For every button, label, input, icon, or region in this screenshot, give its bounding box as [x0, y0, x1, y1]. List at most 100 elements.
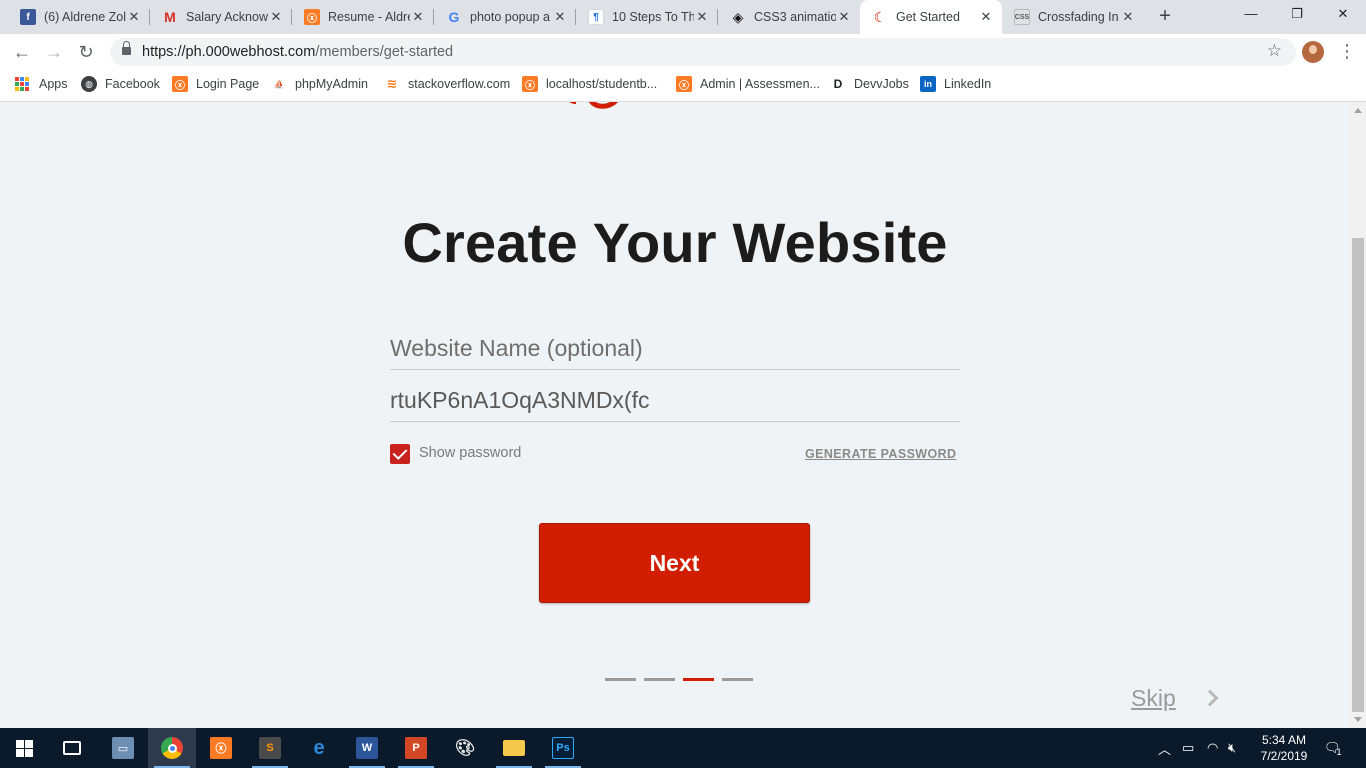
tab-title: Crossfading In — [1038, 10, 1119, 24]
close-window-button[interactable]: ✕ — [1320, 0, 1366, 30]
word-icon: W — [356, 737, 378, 759]
password-input[interactable] — [390, 382, 960, 418]
xampp-icon: ⓧ — [304, 9, 320, 25]
tab-facebook[interactable]: f (6) Aldrene Zol ✕ — [8, 0, 150, 34]
notifications-button[interactable]: 🗨︎ 1 — [1324, 728, 1342, 768]
password-field[interactable] — [390, 382, 960, 422]
taskbar-photoshop[interactable]: Ps — [539, 728, 587, 768]
skip-link[interactable]: Skip — [1131, 685, 1176, 712]
next-button[interactable]: Next — [539, 523, 810, 603]
bookmarks-bar: Apps ◍ Facebook ⓧ Login Page ⛵ phpMyAdmi… — [0, 70, 1366, 102]
start-button[interactable] — [0, 728, 48, 768]
bookmark-label: Login Page — [196, 77, 260, 91]
page-scrollbar[interactable] — [1350, 102, 1366, 728]
taskbar-sublime[interactable]: S — [246, 728, 294, 768]
url-text[interactable]: https://ph.000webhost.com/members/get-st… — [142, 44, 453, 60]
bookmark-linkedin[interactable]: in LinkedIn — [920, 70, 991, 98]
taskbar-paint[interactable]: 🎨︎ — [441, 728, 489, 768]
tab-strip: f (6) Aldrene Zol ✕ M Salary Acknowl ✕ ⓧ… — [0, 0, 1366, 34]
tab-title: Salary Acknowl — [186, 10, 268, 24]
tab-title: 10 Steps To Th — [612, 10, 694, 24]
show-hidden-icons-button[interactable]: ︿ — [1158, 728, 1171, 768]
scroll-up-icon[interactable] — [1354, 108, 1362, 113]
chrome-icon — [161, 737, 183, 759]
forward-button[interactable]: → — [41, 39, 67, 65]
tab-resume[interactable]: ⓧ Resume - Aldre ✕ — [292, 0, 434, 34]
devvjobs-icon: D — [833, 77, 843, 91]
scrollbar-thumb[interactable] — [1352, 238, 1364, 712]
tab-photo-popup[interactable]: G photo popup a ✕ — [434, 0, 576, 34]
tab-gmail[interactable]: M Salary Acknowl ✕ — [150, 0, 292, 34]
page-icon: ¶ — [588, 9, 604, 25]
close-icon[interactable]: ✕ — [1120, 9, 1136, 25]
volume-muted-icon[interactable]: 🔇︎ — [1228, 728, 1236, 768]
taskbar-chrome[interactable] — [148, 728, 196, 768]
bookmark-facebook[interactable]: ◍ Facebook — [81, 70, 160, 98]
bookmark-admin-assessment[interactable]: ⓧ Admin | Assessmen... — [676, 70, 820, 98]
powerpoint-icon: P — [405, 737, 427, 759]
show-password-checkbox[interactable] — [390, 444, 410, 464]
bookmark-login-page[interactable]: ⓧ Login Page — [172, 70, 259, 98]
back-button[interactable]: ← — [9, 39, 35, 65]
taskbar-laptop[interactable]: ▭ — [99, 728, 147, 768]
tab-crossfading[interactable]: CSS Crossfading In ✕ — [1002, 0, 1144, 34]
close-icon[interactable]: ✕ — [836, 9, 852, 25]
profile-avatar[interactable] — [1302, 41, 1324, 63]
close-icon[interactable]: ✕ — [268, 9, 284, 25]
close-icon[interactable]: ✕ — [552, 9, 568, 25]
laptop-icon: ▭ — [112, 737, 134, 759]
close-icon[interactable]: ✕ — [694, 9, 710, 25]
tab-title: photo popup a — [470, 10, 550, 24]
new-tab-button[interactable]: + — [1153, 5, 1177, 29]
xampp-icon: ⓧ — [210, 737, 232, 759]
minimize-button[interactable]: — — [1228, 0, 1274, 30]
bookmark-star-icon[interactable]: ☆ — [1267, 41, 1282, 61]
chevron-right-icon[interactable] — [1201, 689, 1219, 707]
tab-10-steps[interactable]: ¶ 10 Steps To Th ✕ — [576, 0, 718, 34]
taskbar-edge[interactable]: e — [295, 728, 343, 768]
taskbar-xampp[interactable]: ⓧ — [197, 728, 245, 768]
close-icon[interactable]: ✕ — [410, 9, 426, 25]
windows-start-icon — [15, 739, 33, 757]
taskbar-file-explorer[interactable] — [490, 728, 538, 768]
tab-title: (6) Aldrene Zol — [44, 10, 126, 24]
000webhost-icon: ☾ — [873, 8, 887, 25]
bookmark-localhost[interactable]: ⓧ localhost/studentb... — [522, 70, 657, 98]
tab-title: Get Started — [896, 10, 960, 24]
system-clock[interactable]: 5:34 AM 7/2/2019 — [1254, 732, 1314, 764]
close-icon[interactable]: ✕ — [126, 9, 142, 25]
clock-time: 5:34 AM — [1261, 733, 1307, 747]
tab-title: CSS3 animatio — [754, 10, 836, 24]
bookmark-devvjobs[interactable]: D DevvJobs — [830, 70, 909, 98]
scroll-down-icon[interactable] — [1354, 717, 1362, 722]
bookmark-label: Facebook — [105, 77, 160, 91]
menu-icon[interactable]: ⋮ — [1338, 40, 1356, 64]
url-host: https://ph.000webhost.com — [142, 44, 316, 60]
phpmyadmin-icon: ⛵ — [274, 79, 284, 89]
taskbar-word[interactable]: W — [343, 728, 391, 768]
edge-icon: e — [313, 736, 325, 759]
taskbar-powerpoint[interactable]: P — [392, 728, 440, 768]
task-view-button[interactable] — [48, 728, 96, 768]
website-name-input[interactable] — [390, 330, 960, 366]
wifi-icon[interactable]: ◠ — [1207, 728, 1218, 768]
000webhost-logo-icon — [569, 102, 618, 109]
website-name-field[interactable] — [390, 330, 960, 370]
address-bar[interactable]: https://ph.000webhost.com/members/get-st… — [110, 38, 1296, 66]
battery-icon[interactable]: ▭ — [1182, 728, 1194, 768]
tab-get-started[interactable]: ☾ Get Started ✕ — [860, 0, 1002, 34]
reload-button[interactable]: ↻ — [73, 39, 99, 65]
tab-css3-animation[interactable]: ◈ CSS3 animatio ✕ — [718, 0, 860, 34]
google-icon: G — [448, 9, 460, 25]
chevron-up-icon: ︿ — [1158, 741, 1172, 757]
step-dot — [722, 678, 753, 681]
lock-icon — [122, 41, 131, 57]
generate-password-link[interactable]: GENERATE PASSWORD — [805, 447, 956, 461]
bookmark-phpmyadmin[interactable]: ⛵ phpMyAdmin — [271, 70, 368, 98]
maximize-button[interactable]: ❐ — [1274, 0, 1320, 30]
bookmark-apps[interactable]: Apps — [14, 70, 68, 98]
step-dot — [683, 678, 714, 681]
bookmark-stackoverflow[interactable]: ≋ stackoverflow.com — [384, 70, 511, 98]
close-icon[interactable]: ✕ — [978, 9, 994, 25]
task-view-icon — [63, 741, 81, 755]
